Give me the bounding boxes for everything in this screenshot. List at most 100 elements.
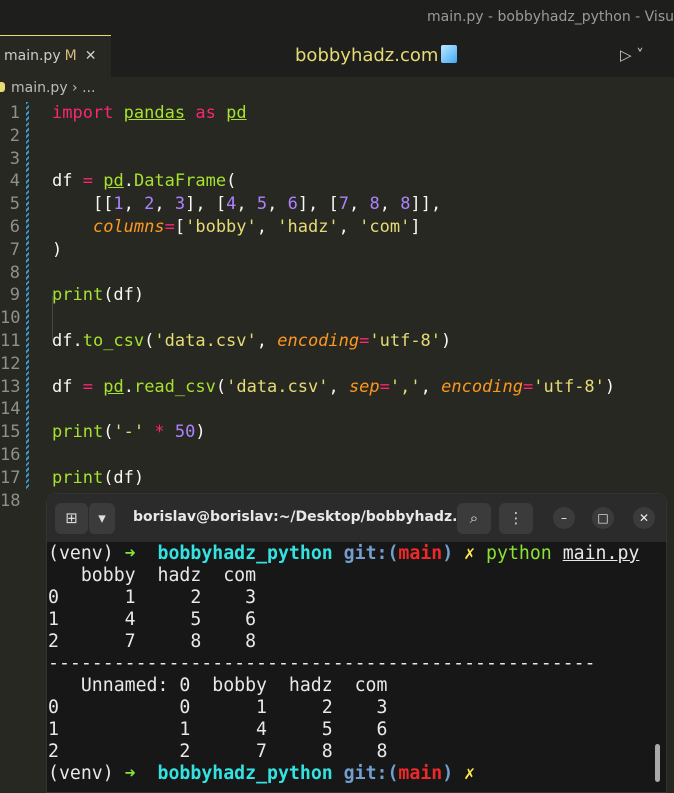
terminal-line: ----------------------------------------…: [48, 653, 639, 675]
code-token: 7: [338, 194, 350, 215]
code-line[interactable]: ): [52, 239, 62, 262]
code-token: =: [523, 376, 534, 397]
run-button[interactable]: ▷ ˅: [620, 46, 644, 64]
code-token: df: [52, 376, 83, 397]
code-token: ,: [379, 194, 401, 215]
code-line[interactable]: df = pd.DataFrame(: [52, 170, 236, 193]
search-button[interactable]: ⌕: [457, 503, 491, 534]
tab-bar: main.py M ✕ bobbyhadz.com ▷ ˅: [0, 35, 674, 77]
close-button[interactable]: ✕: [633, 507, 655, 529]
code-token: pd: [226, 103, 247, 123]
code-token: read_csv: [133, 376, 216, 397]
code-token: (df): [103, 467, 145, 488]
code-line[interactable]: [[1, 2, 3], [4, 5, 6], [7, 8, 8]],: [52, 193, 441, 216]
code-token: columns: [92, 217, 165, 237]
breadcrumb-symbols[interactable]: ...: [82, 80, 95, 96]
code-token: =: [359, 331, 370, 351]
code-line[interactable]: print(df): [52, 284, 144, 307]
code-token: ], [: [297, 194, 339, 215]
code-line[interactable]: df.to_csv('data.csv', encoding='utf-8'): [52, 330, 451, 353]
code-token: 8: [400, 194, 411, 215]
code-token: ,: [349, 194, 370, 215]
code-token: (: [103, 422, 114, 443]
line-number: 9: [9, 285, 20, 306]
code-token: 3: [174, 194, 186, 215]
code-line[interactable]: import pandas as pd: [52, 102, 247, 125]
close-icon[interactable]: ✕: [85, 48, 97, 64]
code-token: ,: [328, 376, 349, 397]
scrollbar[interactable]: [655, 744, 660, 782]
code-token: 'data.csv': [154, 331, 257, 351]
code-token: =: [379, 376, 390, 397]
code-token: sep: [348, 376, 380, 397]
code-token: 'bobby': [185, 217, 257, 237]
code-token: ,: [236, 194, 257, 215]
code-token: (venv): [48, 763, 125, 784]
code-token: print: [52, 467, 104, 488]
line-number: 14: [0, 399, 21, 420]
code-token: df.: [52, 331, 83, 351]
code-token: python: [486, 543, 552, 564]
code-token: 1 1 4 5 6: [48, 719, 388, 740]
dropdown-button[interactable]: ▾: [88, 503, 115, 534]
line-number: 15: [0, 422, 21, 443]
code-token: ): [442, 543, 454, 564]
code-token: 'hadz': [277, 217, 339, 237]
code-token: ✗: [464, 543, 476, 564]
code-token: bobby hadz com: [48, 565, 257, 586]
code-line[interactable]: print('-' * 50): [52, 421, 206, 444]
terminal-line: 2 7 8 8: [48, 631, 639, 653]
code-token: (df): [103, 285, 145, 306]
code-line[interactable]: df = pd.read_csv('data.csv', sep=',', en…: [52, 376, 615, 399]
terminal-window[interactable]: ⊞ ▾ borislav@borislav:~/Desktop/bobbyhad…: [46, 493, 667, 793]
maximize-button[interactable]: □: [592, 507, 614, 529]
code-token: pd: [103, 171, 124, 192]
line-number: 18: [0, 490, 21, 511]
minimize-button[interactable]: –: [553, 507, 575, 529]
code-token: pd: [103, 376, 124, 397]
line-number: 3: [9, 148, 20, 169]
tab-main-py[interactable]: main.py M ✕: [0, 35, 111, 77]
code-token: bobbyhadz_python: [157, 763, 333, 784]
code-token: import: [52, 103, 114, 123]
terminal-line: bobby hadz com: [48, 565, 639, 587]
menu-button[interactable]: ⋮: [499, 503, 533, 534]
new-tab-button[interactable]: ⊞: [55, 503, 88, 534]
line-number: 1: [9, 103, 20, 123]
brand-text: bobbyhadz.com: [295, 45, 439, 66]
code-token: 0 1 2 3: [48, 587, 257, 608]
code-token: 2 2 7 8 8: [48, 741, 388, 762]
code-token: 8: [369, 194, 380, 215]
breadcrumb-file[interactable]: main.py: [11, 80, 68, 96]
terminal-line: 0 0 1 2 3: [48, 697, 639, 719]
code-token: ➜: [124, 763, 136, 784]
code-token: 'utf-8': [533, 376, 605, 397]
code-token: 50: [174, 422, 196, 443]
code-token: df: [52, 171, 83, 192]
code-token: 'utf-8': [369, 331, 442, 351]
line-number: 10: [0, 308, 21, 329]
code-token: (: [226, 171, 237, 192]
code-token: ,: [256, 331, 278, 351]
code-line[interactable]: print(df): [52, 467, 144, 490]
modified-dot-icon: [0, 82, 5, 92]
code-token: ): [52, 239, 63, 260]
code-line[interactable]: columns=['bobby', 'hadz', 'com']: [52, 216, 421, 239]
code-token: 1 4 5 6: [48, 609, 257, 630]
window-titlebar: main.py - bobbyhadz_python - Visu: [0, 0, 674, 35]
breadcrumb: main.py › ...: [0, 80, 95, 96]
terminal-line: 1 1 4 5 6: [48, 719, 639, 741]
code-token: pandas: [123, 103, 186, 123]
terminal-line: (venv) ➜ bobbyhadz_python git:(main) ✗ p…: [48, 543, 639, 565]
code-token: ,: [420, 376, 442, 397]
line-number: 5: [9, 194, 20, 215]
